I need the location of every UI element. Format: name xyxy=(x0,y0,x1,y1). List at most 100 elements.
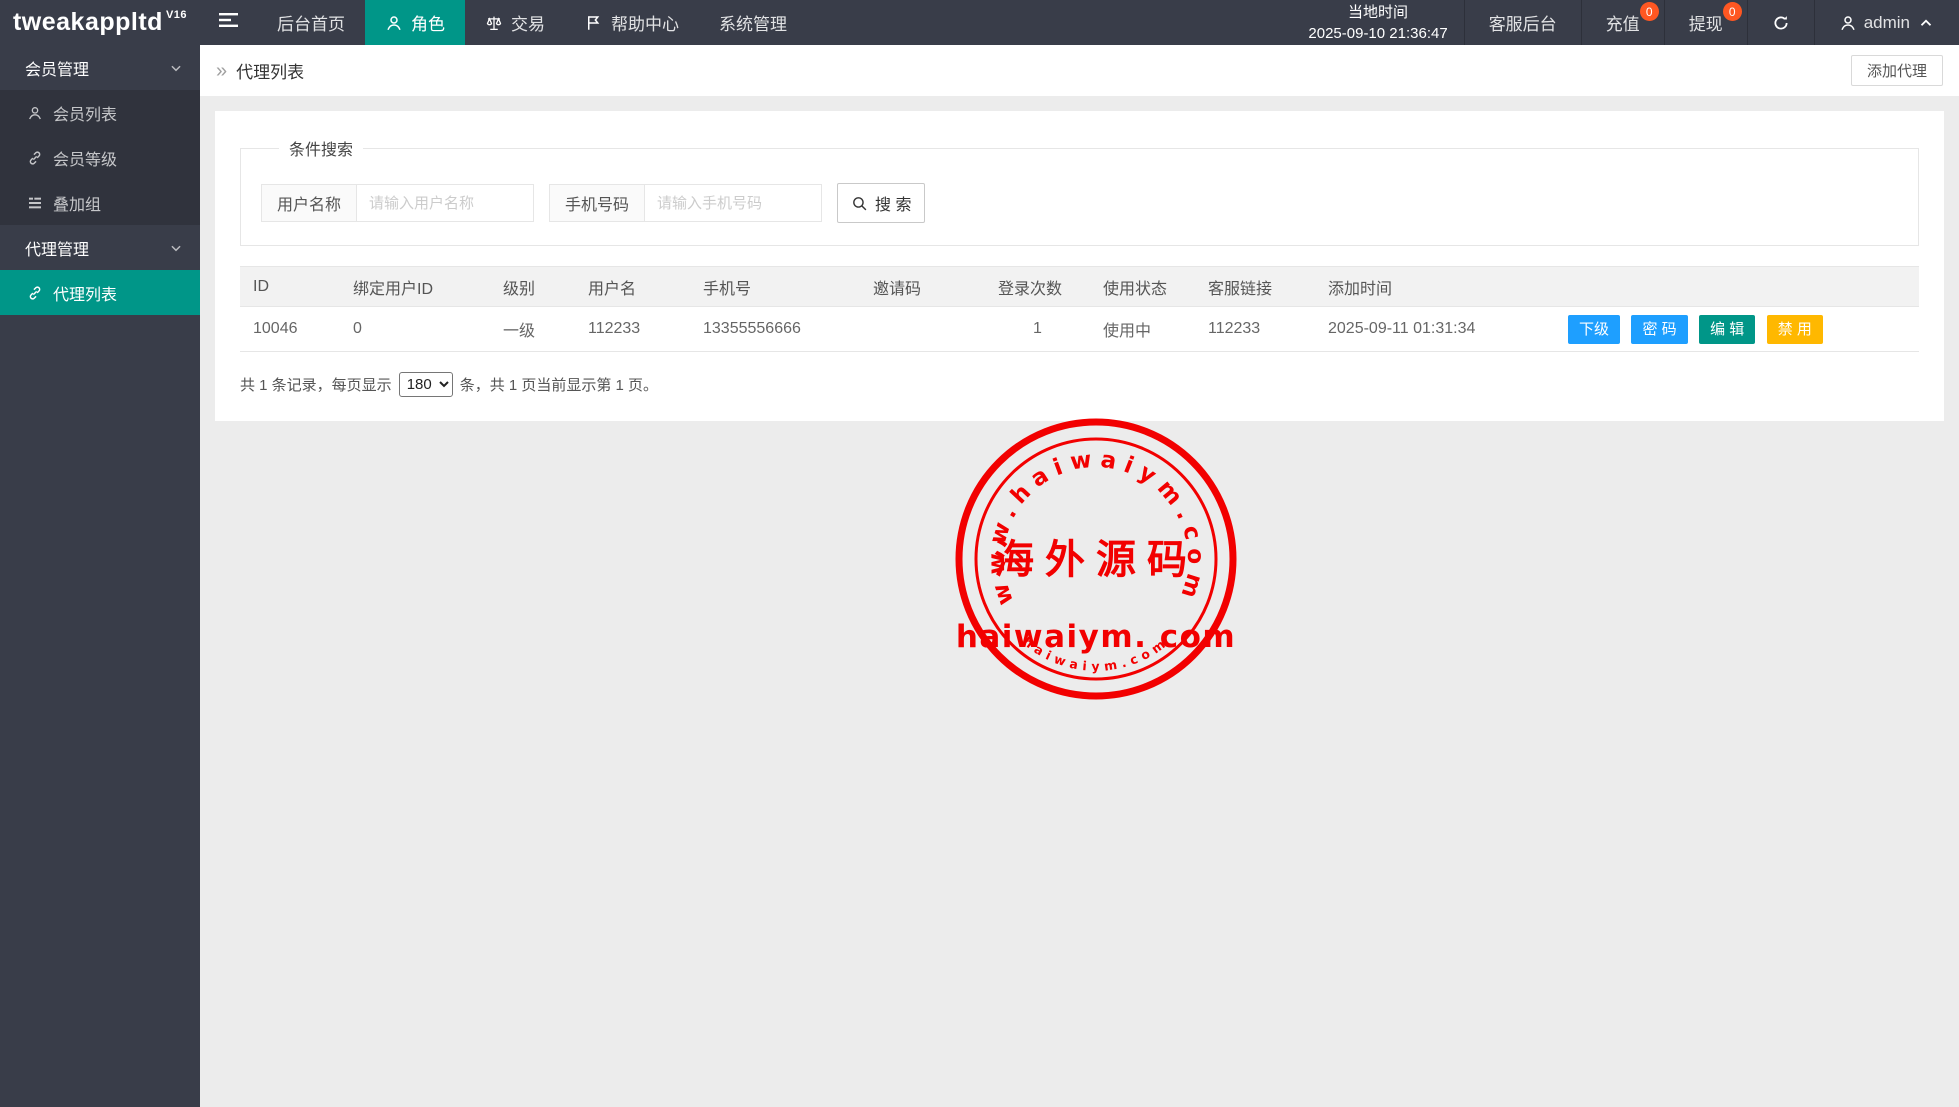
disable-button[interactable]: 禁 用 xyxy=(1767,315,1823,344)
agents-table: ID 绑定用户ID 级别 用户名 手机号 邀请码 登录次数 使用状态 客服链接 … xyxy=(240,266,1919,352)
search-fieldset: 条件搜索 用户名称 手机号码 搜 索 xyxy=(240,136,1919,246)
content: 条件搜索 用户名称 手机号码 搜 索 xyxy=(200,96,1959,436)
recharge-label: 充值 xyxy=(1606,10,1640,35)
password-button[interactable]: 密 码 xyxy=(1631,315,1687,344)
sidebar-item-member-list-label: 会员列表 xyxy=(53,101,117,125)
hamburger-icon xyxy=(219,12,238,33)
local-time-block: 当地时间 2025-09-10 21:36:47 xyxy=(1292,0,1463,45)
breadcrumb-bar: » 代理列表 添加代理 xyxy=(200,45,1959,96)
cell-username: 112233 xyxy=(575,307,690,352)
sidebar-item-stack-group-label: 叠加组 xyxy=(53,191,101,215)
cell-login-count: 1 xyxy=(985,307,1090,352)
chevron-up-icon xyxy=(1917,14,1935,32)
username-input[interactable] xyxy=(356,184,534,222)
col-id: ID xyxy=(240,267,340,307)
user-icon xyxy=(27,105,43,121)
sidebar-fold-button[interactable] xyxy=(200,0,257,45)
sidebar-section-member[interactable]: 会员管理 xyxy=(0,45,200,90)
phone-input[interactable] xyxy=(644,184,822,222)
username-label: 用户名称 xyxy=(261,184,356,222)
menu-item-help[interactable]: 帮助中心 xyxy=(565,0,699,45)
sidebar-section-member-label: 会员管理 xyxy=(25,56,89,80)
menu-item-trade-label: 交易 xyxy=(511,10,545,35)
withdraw-label: 提现 xyxy=(1689,10,1723,35)
phone-label: 手机号码 xyxy=(549,184,644,222)
pagination-suffix: 条，共 1 页当前显示第 1 页。 xyxy=(460,374,658,395)
menu-item-help-label: 帮助中心 xyxy=(611,10,679,35)
table-header-row: ID 绑定用户ID 级别 用户名 手机号 邀请码 登录次数 使用状态 客服链接 … xyxy=(240,267,1919,307)
main-area: » 代理列表 添加代理 条件搜索 用户名称 手机号码 xyxy=(200,45,1959,1107)
col-actions xyxy=(1555,267,1919,307)
chevron-down-icon xyxy=(169,61,183,75)
service-backend-label: 客服后台 xyxy=(1489,10,1557,35)
username: admin xyxy=(1864,13,1910,33)
stack-list-icon xyxy=(27,195,43,211)
recharge-badge: 0 xyxy=(1640,2,1659,21)
col-service-link: 客服链接 xyxy=(1195,267,1315,307)
edit-button[interactable]: 编 辑 xyxy=(1699,315,1755,344)
sidebar-item-member-level[interactable]: 会员等级 xyxy=(0,135,200,180)
col-status: 使用状态 xyxy=(1090,267,1195,307)
sidebar-item-member-level-label: 会员等级 xyxy=(53,146,117,170)
sidebar-submenu-agent: 代理列表 xyxy=(0,270,200,315)
sidebar-section-agent-label: 代理管理 xyxy=(25,236,89,260)
add-agent-button[interactable]: 添加代理 xyxy=(1851,55,1943,86)
search-button[interactable]: 搜 索 xyxy=(837,183,925,223)
flag-icon xyxy=(585,14,603,32)
sidebar-item-agent-list-label: 代理列表 xyxy=(53,281,117,305)
col-level: 级别 xyxy=(490,267,575,307)
sidebar-section-agent[interactable]: 代理管理 xyxy=(0,225,200,270)
user-icon xyxy=(1839,14,1857,32)
user-menu[interactable]: admin xyxy=(1814,0,1959,45)
link-icon xyxy=(27,150,43,166)
local-time-label: 当地时间 xyxy=(1348,2,1408,23)
phone-group: 手机号码 xyxy=(549,184,822,222)
per-page-select[interactable]: 180 xyxy=(399,372,453,397)
menu-item-home[interactable]: 后台首页 xyxy=(257,0,365,45)
breadcrumb-chevrons-icon: » xyxy=(216,61,227,81)
sub-agents-button[interactable]: 下级 xyxy=(1568,315,1620,344)
sidebar-item-agent-list[interactable]: 代理列表 xyxy=(0,270,200,315)
cell-actions: 下级 密 码 编 辑 禁 用 xyxy=(1555,307,1919,352)
username-group: 用户名称 xyxy=(261,184,534,222)
pagination: 共 1 条记录，每页显示 180 条，共 1 页当前显示第 1 页。 xyxy=(240,372,1919,397)
scales-icon xyxy=(485,14,503,32)
page-title: 代理列表 xyxy=(236,58,304,83)
cell-phone: 13355556666 xyxy=(690,307,860,352)
app-name: tweakappltd xyxy=(13,8,163,37)
col-login-count: 登录次数 xyxy=(985,267,1090,307)
search-button-label: 搜 索 xyxy=(875,191,911,215)
menu-item-role-label: 角色 xyxy=(411,10,445,35)
search-form-row: 用户名称 手机号码 搜 索 xyxy=(261,183,1898,223)
col-username: 用户名 xyxy=(575,267,690,307)
withdraw-link[interactable]: 提现 0 xyxy=(1664,0,1747,45)
search-legend: 条件搜索 xyxy=(279,136,363,160)
status-badge: 使用中 xyxy=(1090,307,1195,352)
sidebar-item-member-list[interactable]: 会员列表 xyxy=(0,90,200,135)
col-phone: 手机号 xyxy=(690,267,860,307)
recharge-link[interactable]: 充值 0 xyxy=(1581,0,1664,45)
navbar-right: 当地时间 2025-09-10 21:36:47 客服后台 充值 0 提现 0 … xyxy=(1292,0,1959,45)
cell-bind-user-id: 0 xyxy=(340,307,490,352)
table-row: 10046 0 一级 112233 13355556666 1 使用中 1122… xyxy=(240,307,1919,352)
menu-item-system[interactable]: 系统管理 xyxy=(699,0,807,45)
withdraw-badge: 0 xyxy=(1723,2,1742,21)
refresh-button[interactable] xyxy=(1747,0,1814,45)
search-icon xyxy=(851,195,868,212)
app-logo: tweakappltdV16 xyxy=(0,0,200,45)
main-menu: 后台首页 角色 交易 帮助中心 系统管理 xyxy=(257,0,807,45)
pagination-prefix: 共 1 条记录，每页显示 xyxy=(240,374,392,395)
refresh-icon xyxy=(1772,14,1790,32)
agent-list-card: 条件搜索 用户名称 手机号码 搜 索 xyxy=(215,111,1944,421)
service-backend-link[interactable]: 客服后台 xyxy=(1464,0,1581,45)
menu-item-trade[interactable]: 交易 xyxy=(465,0,565,45)
menu-item-role[interactable]: 角色 xyxy=(365,0,465,45)
link-icon xyxy=(27,285,43,301)
menu-item-system-label: 系统管理 xyxy=(719,10,787,35)
sidebar-submenu-member: 会员列表 会员等级 叠加组 xyxy=(0,90,200,225)
cell-invite-code xyxy=(860,307,985,352)
sidebar: 会员管理 会员列表 会员等级 叠加组 代理管理 xyxy=(0,45,200,1107)
col-bind-user-id: 绑定用户ID xyxy=(340,267,490,307)
top-navbar: tweakappltdV16 后台首页 角色 交易 帮助中心 xyxy=(0,0,1959,45)
sidebar-item-stack-group[interactable]: 叠加组 xyxy=(0,180,200,225)
